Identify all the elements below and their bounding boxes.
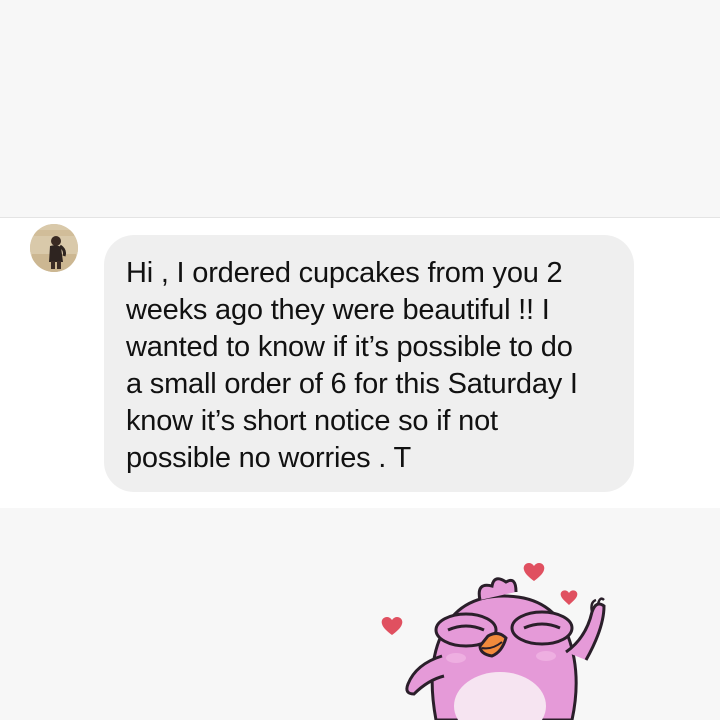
- user-avatar-icon: [30, 224, 78, 272]
- heart-icon: [560, 590, 578, 605]
- chat-history-area: [0, 0, 720, 217]
- chat-screen: Hi , I ordered cupcakes from you 2 weeks…: [0, 0, 720, 720]
- heart-icon: [523, 563, 545, 581]
- message-text: Hi , I ordered cupcakes from you 2 weeks…: [126, 257, 578, 474]
- message-bubble[interactable]: Hi , I ordered cupcakes from you 2 weeks…: [104, 235, 634, 492]
- sender-avatar[interactable]: [30, 224, 78, 272]
- heart-icon: [381, 617, 403, 635]
- pink-bird-hearts-sticker-icon[interactable]: [376, 556, 616, 720]
- incoming-message-row: Hi , I ordered cupcakes from you 2 weeks…: [0, 218, 720, 508]
